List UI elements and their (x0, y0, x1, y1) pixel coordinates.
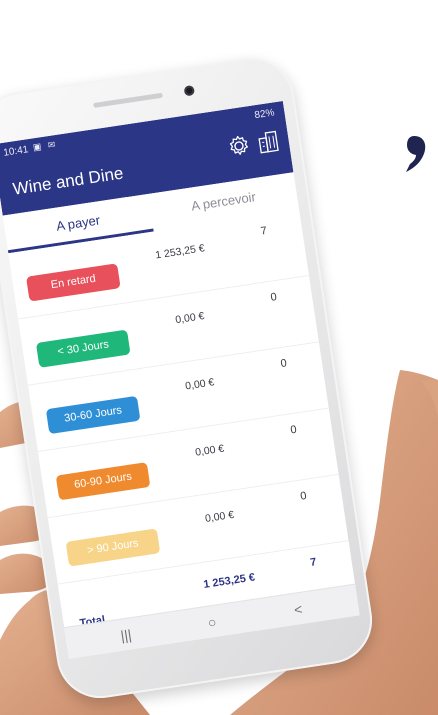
notification-icons: ▣ ✉ (32, 138, 58, 153)
row-count: 0 (269, 291, 278, 304)
app-title: Wine and Dine (11, 163, 125, 199)
speaker-grille (93, 92, 164, 109)
app-screen: 10:41 ▣ ✉ 82% Wine and Dine A payer A pe… (0, 100, 360, 659)
building-icon[interactable] (255, 128, 282, 155)
row-amount: 0,00 € (204, 508, 235, 526)
gear-icon[interactable] (225, 132, 252, 159)
total-amount: 1 253,25 € (202, 571, 256, 591)
status-badge: < 30 Jours (35, 329, 131, 368)
status-time: 10:41 (2, 144, 30, 159)
row-count: 7 (259, 224, 268, 238)
status-badge: 60-90 Jours (55, 462, 151, 501)
status-badge: > 90 Jours (65, 528, 161, 567)
row-amount: 1 253,25 € (154, 242, 206, 262)
home-button[interactable]: ○ (191, 607, 234, 637)
row-amount: 0,00 € (174, 310, 206, 327)
back-button[interactable]: < (277, 594, 320, 624)
row-count: 0 (299, 489, 308, 503)
front-camera (183, 85, 195, 97)
total-count: 7 (309, 556, 318, 569)
recent-apps-button[interactable]: ||| (104, 620, 147, 650)
phone-device: 10:41 ▣ ✉ 82% Wine and Dine A payer A pe… (0, 51, 379, 705)
row-amount: 0,00 € (184, 376, 216, 393)
status-badge: En retard (26, 263, 121, 302)
status-badge: 30-60 Jours (45, 395, 141, 435)
battery-level: 82% (253, 107, 276, 122)
row-amount: 0,00 € (194, 442, 226, 459)
row-count: 0 (289, 423, 298, 437)
row-count: 0 (279, 357, 288, 371)
aging-list: En retard 1 253,25 € 7 < 30 Jours 0,00 €… (8, 209, 358, 646)
